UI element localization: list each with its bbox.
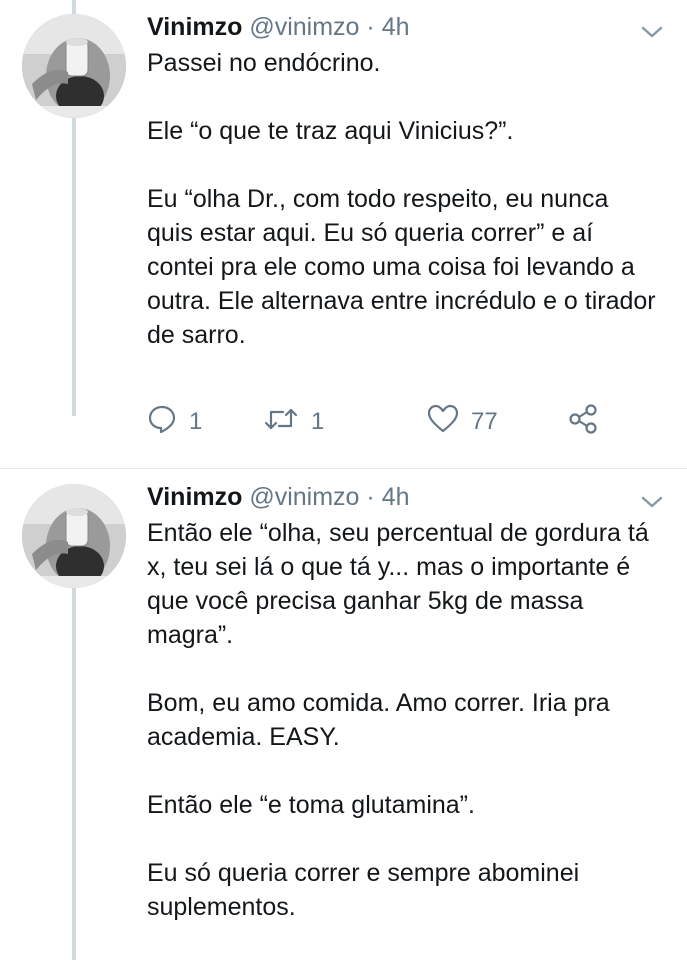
reply-icon (147, 404, 177, 441)
tweet-paragraph: Bom, eu amo comida. Amo correr. Iria pra… (147, 689, 617, 751)
avatar[interactable] (22, 484, 126, 588)
avatar[interactable] (22, 14, 126, 118)
tweet-text: Então ele “olha, seu percentual de gordu… (147, 516, 657, 924)
tweet-paragraph: Eu “olha Dr., com todo respeito, eu nunc… (147, 185, 663, 349)
separator-dot: · (366, 13, 375, 41)
tweet-divider (0, 468, 687, 469)
timestamp[interactable]: 4h (382, 483, 410, 511)
reply-count: 1 (189, 408, 203, 435)
tweet-paragraph: Então ele “olha, seu percentual de gordu… (147, 519, 656, 649)
like-button[interactable]: 77 (427, 402, 498, 442)
tweet-paragraph: Eu só queria correr e sempre abominei su… (147, 859, 587, 921)
share-button[interactable] (567, 402, 599, 442)
tweet-paragraph: Passei no endócrino. (147, 49, 381, 77)
retweet-button[interactable]: 1 (263, 402, 324, 442)
chevron-down-icon[interactable] (640, 24, 664, 40)
chevron-down-icon[interactable] (640, 494, 664, 510)
separator-dot: · (366, 483, 375, 511)
tweet-paragraph: Ele “o que te traz aqui Vinicius?”. (147, 117, 514, 145)
author-name[interactable]: Vinimzo (147, 13, 242, 41)
author-name[interactable]: Vinimzo (147, 483, 242, 511)
share-icon (567, 403, 599, 442)
author-handle[interactable]: @vinimzo (249, 13, 359, 41)
tweet-paragraph: Então ele “e toma glutamina”. (147, 791, 475, 819)
retweet-count: 1 (311, 408, 325, 435)
tweet-header: Vinimzo @vinimzo · 4h (147, 10, 410, 44)
author-handle[interactable]: @vinimzo (249, 483, 359, 511)
retweet-icon (263, 404, 299, 441)
timestamp[interactable]: 4h (382, 13, 410, 41)
like-count: 77 (471, 408, 498, 435)
reply-button[interactable]: 1 (147, 402, 202, 442)
tweet[interactable]: Vinimzo @vinimzo · 4h Passei no endócrin… (0, 0, 687, 470)
tweet-text: Passei no endócrino. Ele “o que te traz … (147, 46, 657, 352)
tweet-actions: 1 1 77 (147, 402, 627, 442)
heart-icon (427, 404, 459, 441)
tweet-header: Vinimzo @vinimzo · 4h (147, 480, 410, 514)
tweet[interactable]: Vinimzo @vinimzo · 4h Então ele “olha, s… (0, 470, 687, 960)
